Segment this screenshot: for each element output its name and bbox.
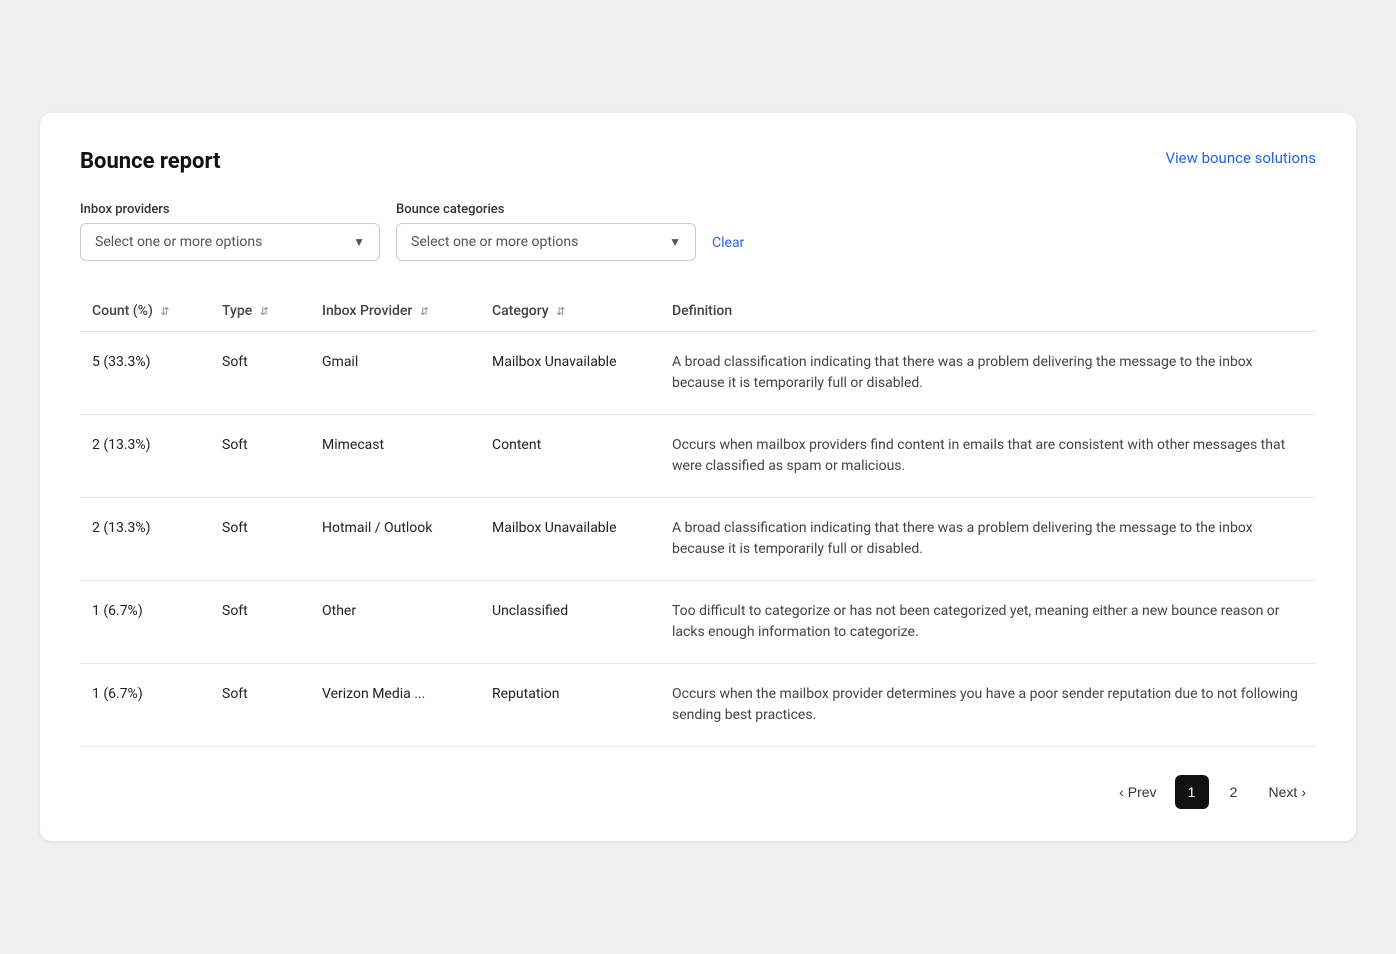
cell-count-4: 1 (6.7%) (80, 664, 210, 747)
next-label: Next (1269, 784, 1298, 800)
bounce-categories-filter-group: Bounce categories Select one or more opt… (396, 202, 696, 261)
cell-provider-0: Gmail (310, 332, 480, 415)
table-row: 1 (6.7%) Soft Other Unclassified Too dif… (80, 581, 1316, 664)
col-header-count[interactable]: Count (%) ⇵ (80, 293, 210, 332)
inbox-providers-filter-group: Inbox providers Select one or more optio… (80, 202, 380, 261)
sort-icon-count: ⇵ (160, 305, 169, 318)
cell-count-0: 5 (33.3%) (80, 332, 210, 415)
sort-icon-provider: ⇵ (420, 305, 429, 318)
table-row: 1 (6.7%) Soft Verizon Media ... Reputati… (80, 664, 1316, 747)
header-row: Bounce report View bounce solutions (80, 149, 1316, 174)
cell-type-3: Soft (210, 581, 310, 664)
cell-category-2: Mailbox Unavailable (480, 498, 660, 581)
pagination: ‹ Prev 1 2 Next › (80, 775, 1316, 809)
cell-provider-3: Other (310, 581, 480, 664)
table-row: 2 (13.3%) Soft Hotmail / Outlook Mailbox… (80, 498, 1316, 581)
cell-definition-3: Too difficult to categorize or has not b… (660, 581, 1316, 664)
cell-type-2: Soft (210, 498, 310, 581)
cell-count-2: 2 (13.3%) (80, 498, 210, 581)
table-header-row: Count (%) ⇵ Type ⇵ Inbox Provider ⇵ Cate… (80, 293, 1316, 332)
cell-provider-4: Verizon Media ... (310, 664, 480, 747)
bounce-categories-select[interactable]: Select one or more options ▼ (396, 223, 696, 261)
cell-count-1: 2 (13.3%) (80, 415, 210, 498)
cell-type-4: Soft (210, 664, 310, 747)
cell-category-3: Unclassified (480, 581, 660, 664)
chevron-right-icon: › (1301, 784, 1306, 800)
inbox-providers-placeholder: Select one or more options (95, 234, 262, 250)
prev-label: Prev (1128, 784, 1157, 800)
cell-definition-0: A broad classification indicating that t… (660, 332, 1316, 415)
cell-category-0: Mailbox Unavailable (480, 332, 660, 415)
cell-type-0: Soft (210, 332, 310, 415)
col-header-category[interactable]: Category ⇵ (480, 293, 660, 332)
table-row: 2 (13.3%) Soft Mimecast Content Occurs w… (80, 415, 1316, 498)
cell-count-3: 1 (6.7%) (80, 581, 210, 664)
chevron-left-icon: ‹ (1119, 784, 1124, 800)
col-header-type[interactable]: Type ⇵ (210, 293, 310, 332)
page-1-button[interactable]: 1 (1175, 775, 1209, 809)
cell-provider-1: Mimecast (310, 415, 480, 498)
filters-row: Inbox providers Select one or more optio… (80, 202, 1316, 261)
cell-category-1: Content (480, 415, 660, 498)
sort-icon-type: ⇵ (260, 305, 269, 318)
col-header-provider[interactable]: Inbox Provider ⇵ (310, 293, 480, 332)
bounce-table: Count (%) ⇵ Type ⇵ Inbox Provider ⇵ Cate… (80, 293, 1316, 747)
chevron-down-icon: ▼ (353, 235, 365, 249)
chevron-down-icon-2: ▼ (669, 235, 681, 249)
cell-category-4: Reputation (480, 664, 660, 747)
inbox-providers-label: Inbox providers (80, 202, 380, 217)
cell-definition-4: Occurs when the mailbox provider determi… (660, 664, 1316, 747)
sort-icon-category: ⇵ (556, 305, 565, 318)
cell-provider-2: Hotmail / Outlook (310, 498, 480, 581)
next-button[interactable]: Next › (1259, 778, 1316, 806)
cell-definition-2: A broad classification indicating that t… (660, 498, 1316, 581)
bounce-report-card: Bounce report View bounce solutions Inbo… (40, 113, 1356, 841)
cell-type-1: Soft (210, 415, 310, 498)
page-title: Bounce report (80, 149, 221, 174)
clear-filters-link[interactable]: Clear (712, 235, 744, 261)
page-2-button[interactable]: 2 (1217, 775, 1251, 809)
cell-definition-1: Occurs when mailbox providers find conte… (660, 415, 1316, 498)
view-bounce-solutions-link[interactable]: View bounce solutions (1165, 149, 1316, 167)
bounce-categories-placeholder: Select one or more options (411, 234, 578, 250)
bounce-categories-label: Bounce categories (396, 202, 696, 217)
col-header-definition: Definition (660, 293, 1316, 332)
inbox-providers-select[interactable]: Select one or more options ▼ (80, 223, 380, 261)
table-row: 5 (33.3%) Soft Gmail Mailbox Unavailable… (80, 332, 1316, 415)
prev-button[interactable]: ‹ Prev (1109, 778, 1166, 806)
